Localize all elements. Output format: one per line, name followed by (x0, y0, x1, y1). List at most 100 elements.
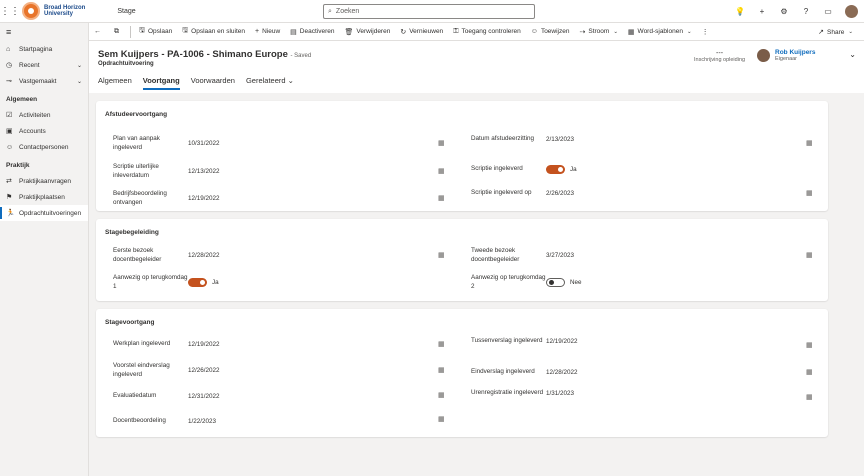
field-value[interactable]: 2/13/2023 (546, 136, 574, 143)
deactivate-button[interactable]: ▤ Deactiveren (285, 23, 339, 41)
calendar-icon[interactable]: ▦ (806, 139, 813, 147)
field-value[interactable]: 12/28/2022 (188, 252, 220, 259)
user-avatar[interactable] (845, 5, 858, 18)
calendar-icon[interactable]: ▦ (806, 341, 813, 349)
field-label: Voorstel eindverslag ingeleverd (113, 362, 170, 378)
check-access-button[interactable]: ⚿ Toegang controleren (448, 23, 526, 41)
field-value[interactable]: 1/22/2023 (188, 418, 216, 425)
field-value[interactable]: 12/28/2022 (546, 369, 578, 376)
field-value[interactable]: 12/19/2022 (188, 341, 220, 348)
sidebar-item-recent[interactable]: ◷ Recent ⌄ (0, 57, 88, 73)
field-value[interactable]: 1/31/2023 (546, 390, 574, 397)
field-value[interactable]: 12/19/2022 (188, 195, 220, 202)
sidebar-item-praktijkaanvragen[interactable]: ⇄ Praktijkaanvragen (0, 173, 88, 189)
new-button[interactable]: + Nieuw (250, 23, 285, 41)
chat-icon[interactable]: ▭ (817, 7, 839, 16)
delete-button[interactable]: 🗑 Verwijderen (339, 23, 395, 41)
field-value[interactable]: 2/26/2023 (546, 190, 574, 197)
calendar-icon[interactable]: ▦ (438, 167, 445, 175)
record-title: Sem Kuijpers - PA-1006 - Shimano Europe (98, 49, 288, 60)
sidebar-item-startpagina[interactable]: ⌂ Startpagina (0, 41, 88, 57)
header-field-label: Inschrijving opleiding (694, 57, 746, 63)
refresh-button[interactable]: ↻ Vernieuwen (395, 23, 448, 41)
expand-header-icon[interactable]: ⌄ (849, 50, 856, 59)
chevron-down-icon: ⌄ (848, 29, 853, 35)
delete-label: Verwijderen (356, 28, 391, 35)
assign-button[interactable]: ☺ Toewijzen (526, 23, 575, 41)
deactivate-label: Deactiveren (299, 28, 335, 35)
more-commands-button[interactable]: ⋮ (697, 23, 717, 41)
word-templates-label: Word-sjablonen (637, 28, 683, 35)
tab-voorwaarden[interactable]: Voorwaarden (191, 76, 235, 88)
tab-algemeen[interactable]: Algemeen (98, 76, 132, 88)
calendar-icon[interactable]: ▦ (438, 340, 445, 348)
share-button[interactable]: ↗ Share ⌄ (813, 23, 858, 41)
section-title: Afstudeervoortgang (105, 111, 168, 118)
org-logo[interactable]: Broad Horizon University (22, 2, 85, 20)
owner-field[interactable]: Rob Kuijpers Eigenaar (757, 49, 815, 62)
toggle-switch[interactable] (188, 278, 207, 287)
sidebar-item-accounts[interactable]: ▣ Accounts (0, 123, 88, 139)
calendar-icon[interactable]: ▦ (806, 393, 813, 401)
calendar-icon[interactable]: ▦ (438, 366, 445, 374)
nav-group-praktijk: Praktijk (6, 161, 30, 169)
word-templates-button[interactable]: ▦ Word-sjablonen ⌄ (623, 23, 697, 41)
tab-gerelateerd-label: Gerelateerd (245, 76, 286, 85)
field-value[interactable]: 10/31/2022 (188, 140, 220, 147)
save-icon: 🖫 (139, 27, 145, 34)
help-icon[interactable]: ? (795, 7, 817, 16)
plus-icon[interactable]: + (751, 7, 773, 16)
sidebar-item-vastgemaakt[interactable]: ⊸ Vastgemaakt ⌄ (0, 73, 88, 89)
save-button[interactable]: 🖫 Opslaan (134, 23, 177, 41)
calendar-icon[interactable]: ▦ (806, 368, 813, 376)
toggle-knob (548, 280, 554, 285)
sidebar-item-activiteiten[interactable]: ☑ Activiteiten (0, 107, 88, 123)
calendar-icon[interactable]: ▦ (806, 189, 813, 197)
field-value[interactable]: 12/13/2022 (188, 168, 220, 175)
field-value[interactable]: 12/31/2022 (188, 393, 220, 400)
tab-voortgang[interactable]: Voortgang (142, 76, 180, 90)
calendar-icon[interactable]: ▦ (438, 391, 445, 399)
lightbulb-icon[interactable]: 💡 (729, 7, 751, 16)
field-urenregistratie: Urenregistratie ingeleverd 1/31/2023 (471, 389, 574, 398)
app-name[interactable]: Stage (117, 8, 135, 15)
field-aanwezig-terugkomdag-1: Aanwezig op terugkomdag 1 Ja (113, 274, 219, 291)
calendar-icon[interactable]: ▦ (438, 194, 445, 202)
field-value[interactable]: 12/26/2022 (188, 367, 220, 374)
search-icon: ⌕ (328, 7, 332, 15)
gear-icon[interactable]: ⚙ (773, 7, 795, 16)
share-icon: ↗ (818, 29, 825, 36)
open-new-window-button[interactable]: ⧉ (109, 23, 127, 41)
calendar-icon[interactable]: ▦ (438, 415, 445, 423)
save-and-close-button[interactable]: 🖫 Opslaan en sluiten (177, 23, 250, 41)
field-value[interactable]: 12/19/2022 (546, 338, 578, 345)
requests-icon: ⇄ (6, 178, 12, 185)
owner-name[interactable]: Rob Kuijpers (775, 49, 815, 56)
sidebar-item-label: Accounts (19, 127, 46, 135)
header-field-inschrijving[interactable]: --- Inschrijving opleiding (694, 50, 745, 63)
calendar-icon[interactable]: ▦ (438, 251, 445, 259)
calendar-icon[interactable]: ▦ (806, 251, 813, 259)
home-icon: ⌂ (6, 45, 11, 53)
sidebar-item-praktijkplaatsen[interactable]: ⚑ Praktijkplaatsen (0, 189, 88, 205)
calendar-icon[interactable]: ▦ (438, 139, 445, 147)
search-input[interactable]: ⌕ Zoeken (323, 4, 535, 19)
section-title: Stagebegeleiding (105, 229, 159, 236)
section-stagevoortgang: Stagevoortgang Werkplan ingeleverd 12/19… (96, 309, 828, 437)
app-launcher-icon[interactable]: ⋮⋮⋮ (0, 6, 30, 17)
toggle-switch[interactable] (546, 165, 565, 174)
toggle-switch[interactable] (546, 278, 565, 287)
field-label: Scriptie ingeleverd op (471, 189, 532, 196)
assign-label: Toewijzen (540, 28, 570, 35)
sidebar-item-contactpersonen[interactable]: ☺ Contactpersonen (0, 139, 88, 155)
deactivate-icon: ▤ (290, 28, 297, 36)
save-status: - Saved (290, 53, 312, 59)
flow-button[interactable]: ⇢ Stroom ⌄ (574, 23, 622, 41)
sidebar-item-opdrachtuitvoeringen[interactable]: 🏃 Opdrachtuitvoeringen (0, 205, 88, 221)
hamburger-icon[interactable]: ≡ (0, 23, 88, 41)
back-button[interactable]: ← (89, 23, 109, 41)
field-value[interactable]: 3/27/2023 (546, 252, 574, 259)
tab-gerelateerd[interactable]: Gerelateerd ⌄ (246, 76, 294, 88)
page-title: Sem Kuijpers - PA-1006 - Shimano Europe … (98, 49, 311, 60)
chevron-down-icon: ⌄ (613, 28, 618, 35)
